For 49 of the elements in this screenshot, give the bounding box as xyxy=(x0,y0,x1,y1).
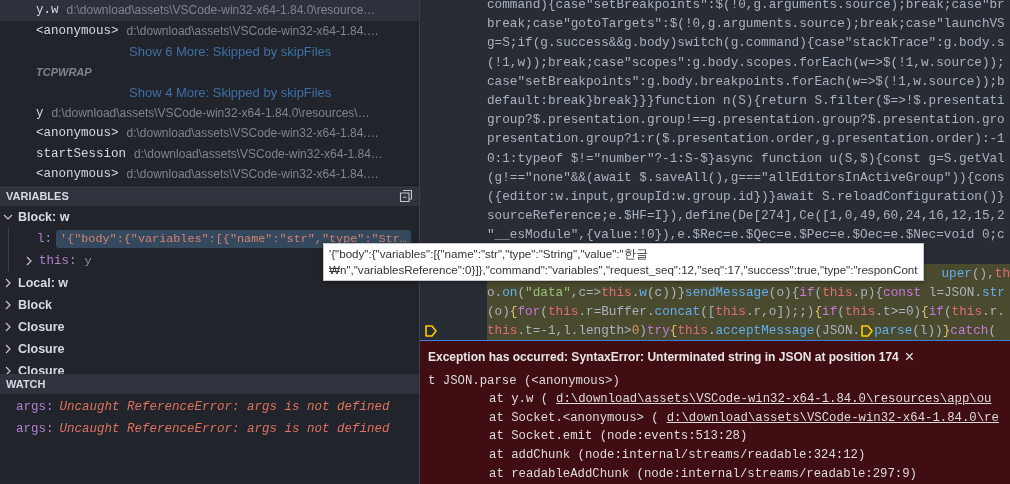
close-button[interactable]: × xyxy=(904,349,915,366)
stack-frame-row[interactable]: <anonymous> d:\download\assets\VSCode-win32-x64-1.84.… xyxy=(0,164,419,185)
scope-label[interactable]: Closure xyxy=(18,320,65,334)
variable-name: l: xyxy=(37,232,52,246)
stack-frame-row[interactable]: <anonymous> d:\download\assets\VSCode-win32-x64-1.84.… xyxy=(0,123,419,144)
watch-name: args: xyxy=(16,400,54,414)
exception-title: Exception has occurred: SyntaxError: Unterminated string in JSON at position 174 xyxy=(428,350,899,365)
stack-frame-row[interactable]: y.w d:\download\assets\VSCode-win32-x64-1.84.0\resource… xyxy=(0,0,419,21)
code-line: case"setBreakpoints":g.body.breakpoints.forEach(w=>$(!1,w.source));b xyxy=(487,72,1006,91)
section-title: VARIABLES xyxy=(6,190,69,202)
variable-value[interactable]: y xyxy=(80,252,96,270)
section-header[interactable]: VARIABLES xyxy=(0,186,419,206)
code-line: 0:1:typeof $!="number"?-1:S-$}async function u(S,$){const g=S.getVal xyxy=(487,149,1006,168)
stack-trace-text: at addChunk (node:internal/streams/readable:324:12) xyxy=(489,448,866,463)
section-header[interactable]: WATCH xyxy=(0,374,419,394)
stack-frame-row[interactable]: y d:\download\assets\VSCode-win32-x64-1.84.0\resources\… xyxy=(0,102,419,123)
stack-frame-icon xyxy=(860,323,875,338)
scope-label[interactable]: Closure xyxy=(18,342,65,356)
stack-trace-text: at y.w ( xyxy=(489,392,549,407)
code-line: group?$.presentation.group!==g.presentation.group?$.presentation.gro xyxy=(487,111,1006,130)
stack-frame-icon xyxy=(424,323,438,338)
scope-label[interactable]: Block: w xyxy=(18,210,70,224)
section-title: WATCH xyxy=(6,378,46,390)
section-label: TCPWRAP xyxy=(35,65,92,78)
code-line: presentation.group?1:r($.presentation.order,g.presentation.order):-1 xyxy=(487,130,1006,149)
scope-label[interactable]: Block xyxy=(18,298,53,312)
stack-frame-row[interactable]: startSession d:\download\assets\VSCode-win32-x64-1.84… xyxy=(0,143,419,164)
code-line: "__esModule",{value:!0}),e.$Rec=e.$Qec=e.$Pec=e.$Oec=e.$Nec=void 0;c xyxy=(487,226,1006,245)
watch-name: args: xyxy=(16,422,54,436)
watch-error: Uncaught ReferenceError: args is not defined xyxy=(59,400,390,414)
code-line: (!1,w));break;case"scopes":g.body.scopes.forEach(w=>$(!1,w.source)); xyxy=(487,53,1006,72)
stack-trace-text: at readableAddChunk (node:internal/streams/readable:297:9) xyxy=(489,466,917,481)
code-line: g=S;if(g.success&&g.body)switch(g.command){case"stackTrace":g.body.s xyxy=(487,34,1006,53)
code-line: default:break}break}}}function n(S){return S.filter($=>!$.presentati xyxy=(487,92,1006,111)
hover-tooltip: '{"body":{"variables":[{"name":"str","type":"String","value":"한글 ₩n","variablesReference":0}]},"command":"variables","request_seq":12,"seq":17,"success":true,"type":"responCont xyxy=(323,243,924,281)
stack-frame-row[interactable]: <anonymous> d:\download\assets\VSCode-win32-x64-1.84.… xyxy=(0,20,419,41)
collapse-all-icon[interactable] xyxy=(399,189,413,203)
code-line: break;case"gotoTargets":$(!0,g.arguments.source);break;case"launchVS xyxy=(487,15,1006,34)
code-line: sourceReference;e.$HF=I}),define(De[274],Ce([1,0,49,60,24,16,12,15,2 xyxy=(487,207,1006,226)
file-link[interactable]: d:\download\assets\VSCode-win32-x64-1.84.0\re xyxy=(666,410,999,425)
watch-error: Uncaught ReferenceError: args is not defined xyxy=(59,422,390,436)
stack-trace-text: at Socket.emit (node:events:513:28) xyxy=(489,429,748,444)
stack-trace-text: t JSON.parse (<anonymous>) xyxy=(428,373,620,388)
scope-label[interactable]: Local: w xyxy=(18,276,68,290)
file-link[interactable]: d:\download\assets\VSCode-win32-x64-1.84.0\resources\app\ou xyxy=(556,392,992,407)
code-line: ({editor:w.input,groupId:w.group.id})}await S.reloadConfiguration()} xyxy=(487,187,1006,206)
variable-name: this: xyxy=(39,254,77,268)
code-line: (g!=="none"&&(await $.saveAll(),g==="allEditorsInActiveGroup")){cons xyxy=(487,168,1006,187)
stack-trace-text: at Socket.<anonymous> ( xyxy=(489,410,659,425)
